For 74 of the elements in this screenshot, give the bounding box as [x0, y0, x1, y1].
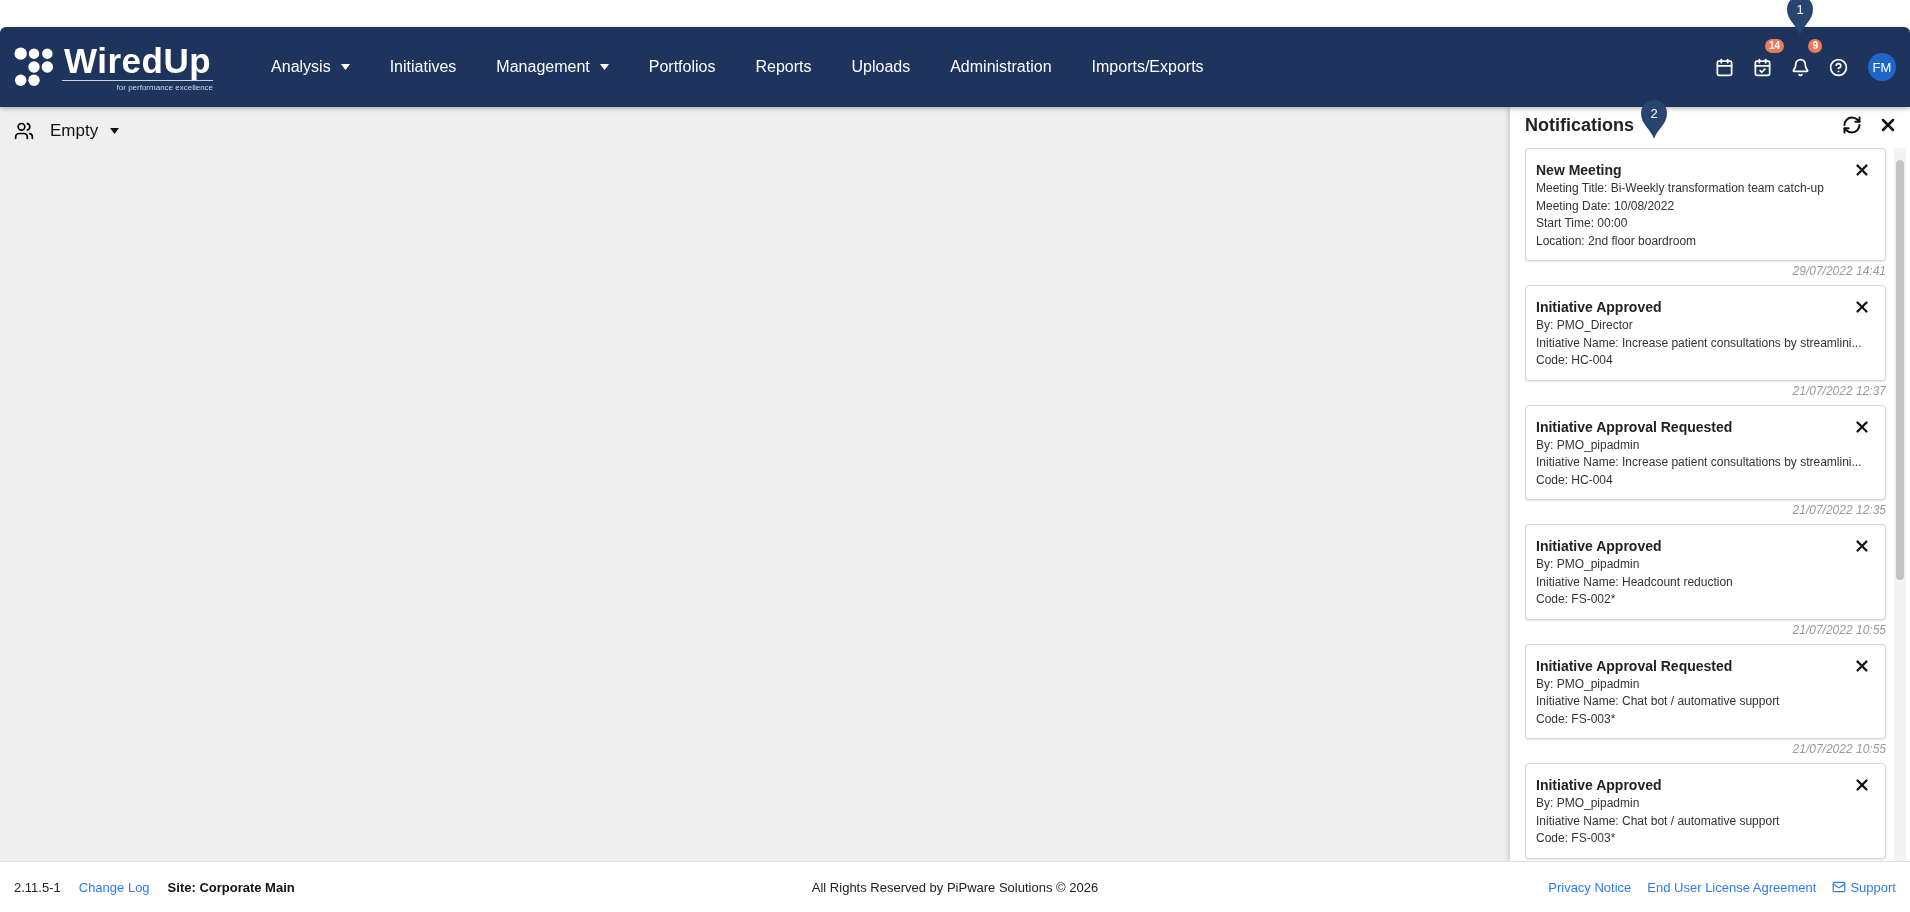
help-icon: [1828, 57, 1848, 77]
calendar-icon: [1714, 57, 1734, 77]
notification-detail: Meeting Date: 10/08/2022: [1536, 197, 1676, 215]
panel-title: Notifications: [1525, 114, 1634, 136]
nav-menu-item[interactable]: Administration: [930, 50, 1072, 84]
nav-menu-item[interactable]: Portfolios: [628, 50, 736, 84]
notification-detail: By: PMO_pipadmin: [1536, 436, 1641, 454]
dismiss-button[interactable]: [1853, 161, 1871, 179]
caret-icon: [599, 64, 609, 70]
caret-icon: [340, 64, 350, 70]
count-badge: 14: [1764, 39, 1784, 53]
notification-title: Initiative Approved: [1536, 538, 1662, 554]
notification-time: 21/07/2022 12:35: [1791, 503, 1886, 517]
nav-menu-item[interactable]: Reports: [735, 50, 832, 84]
notification-detail: Initiative Name: Chat bot / automative support: [1536, 693, 1781, 710]
footer-link[interactable]: Privacy Notice: [1548, 879, 1632, 895]
nav-menu-item[interactable]: Uploads: [831, 50, 931, 84]
notification-detail: Code: FS-003*: [1536, 710, 1617, 728]
support-link[interactable]: Support: [1832, 879, 1896, 895]
notification-detail: Code: HC-004: [1536, 471, 1614, 489]
notification-detail: By: PMO_Director: [1536, 317, 1634, 334]
notification-title: Initiative Approved: [1536, 777, 1662, 793]
notification-title: New Meeting: [1536, 162, 1622, 178]
tour-step-marker[interactable]: 2: [1639, 99, 1669, 139]
people-icon: [14, 121, 34, 141]
notification-detail: Code: FS-002*: [1536, 591, 1617, 608]
dismiss-button[interactable]: [1853, 776, 1871, 794]
logo-dots-icon: [14, 47, 54, 87]
notification-detail: Initiative Name: Headcount reduction: [1536, 573, 1734, 591]
checklist-icon: [1752, 57, 1772, 77]
site-text: Site: Corporate Main: [167, 879, 295, 895]
notification-detail: Code: HC-004: [1536, 352, 1614, 369]
footer-link[interactable]: End User License Agreement: [1647, 879, 1817, 895]
notification-time: 21/07/2022 12:37: [1791, 383, 1886, 398]
notification-detail: Initiative Name: Increase patient consultations by streamlini...: [1536, 454, 1863, 471]
caret-icon: [110, 128, 120, 134]
notification-detail: By: PMO_pipadmin: [1536, 795, 1641, 812]
dismiss-button[interactable]: [1853, 298, 1871, 316]
group-dropdown[interactable]: Empty: [50, 121, 120, 141]
close-icon: [1853, 537, 1871, 555]
notification-detail: By: PMO_pipadmin: [1536, 556, 1641, 573]
nav-menu-item[interactable]: Initiatives: [369, 50, 477, 84]
count-badge: 9: [1808, 39, 1822, 53]
close-icon: [1853, 161, 1871, 179]
notification-detail: Start Time: 00:00: [1536, 215, 1629, 232]
change-log-link[interactable]: Change Log: [78, 879, 150, 895]
close-icon: [1853, 298, 1871, 316]
notification-time: 21/07/2022 10:55: [1791, 742, 1886, 756]
dismiss-button[interactable]: [1853, 537, 1871, 555]
notification-detail: Location: 2nd floor boardroom: [1536, 232, 1698, 250]
user-avatar[interactable]: FM: [1868, 53, 1896, 81]
logo-tagline: for performance excellence: [116, 83, 214, 92]
notification-detail: Code: FS-003*: [1536, 830, 1617, 847]
notification-detail: Initiative Name: Chat bot / automative support: [1536, 812, 1781, 830]
notification-title: Initiative Approval Requested: [1536, 418, 1733, 435]
envelope-icon: [1832, 880, 1847, 894]
notification-detail: Initiative Name: Increase patient consultations by streamlini...: [1536, 334, 1863, 352]
nav-menu-item[interactable]: Management: [476, 50, 629, 84]
notification-time: 21/07/2022 10:55: [1791, 622, 1886, 637]
notification-detail: By: PMO_pipadmin: [1536, 675, 1641, 693]
bell-icon: [1790, 57, 1810, 77]
nav-menu-item[interactable]: Imports/Exports: [1071, 50, 1224, 84]
copyright-text: All Rights Reserved by PiPware Solutions © 2026: [811, 879, 1099, 895]
close-icon: [1853, 776, 1871, 794]
logo-wordmark: WiredUp: [62, 42, 214, 81]
nav-menu-item[interactable]: Analysis: [251, 50, 370, 84]
notification-title: Initiative Approval Requested: [1536, 657, 1733, 674]
notification-time: 29/07/2022 14:41: [1791, 264, 1886, 278]
refresh-icon: [1842, 115, 1862, 135]
version-text: 2.11.5-1: [14, 879, 61, 895]
scrollbar[interactable]: [1894, 148, 1906, 861]
notification-detail: Meeting Title: Bi-Weekly transformation team catch-up: [1536, 180, 1825, 197]
tour-step-marker[interactable]: 1: [1785, 0, 1815, 35]
notification-title: Initiative Approved: [1536, 299, 1662, 315]
